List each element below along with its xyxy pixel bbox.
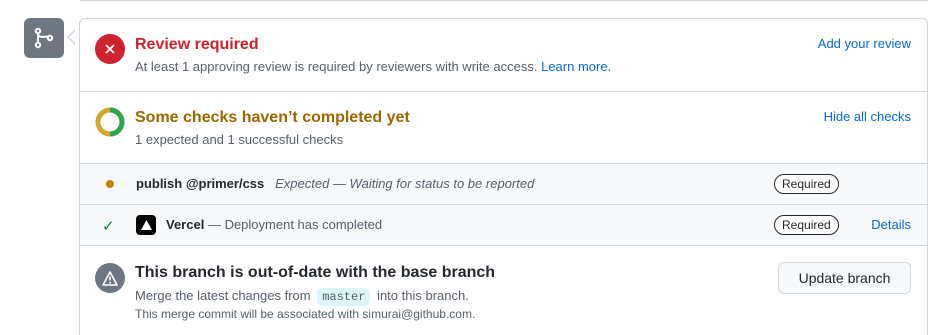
- timeline-divider: [80, 0, 928, 1]
- branch-merge-text: Merge the latest changes from master int…: [135, 288, 469, 306]
- check-status: Expected — Waiting for status to be repo…: [275, 176, 535, 191]
- required-badge: Required: [774, 215, 839, 235]
- progress-ring-icon: [95, 107, 125, 137]
- git-branch-icon: [24, 18, 64, 58]
- branch-section: This branch is out-of-date with the base…: [80, 245, 927, 335]
- merge-text-after: into this branch.: [377, 288, 469, 303]
- commit-association-text: This merge commit will be associated wit…: [135, 307, 476, 321]
- alert-triangle-icon: [95, 263, 125, 293]
- update-branch-button[interactable]: Update branch: [778, 262, 911, 294]
- x-circle-icon: [95, 34, 125, 64]
- hide-checks-link[interactable]: Hide all checks: [824, 109, 911, 124]
- branch-title: This branch is out-of-date with the base…: [135, 264, 496, 281]
- required-badge: Required: [774, 174, 839, 194]
- check-row-text: Vercel — Deployment has completed: [166, 217, 382, 232]
- merge-status-panel: Review required At least 1 approving rev…: [79, 18, 928, 335]
- check-icon: ✓: [102, 218, 115, 235]
- checks-subtitle: 1 expected and 1 successful checks: [135, 132, 344, 147]
- check-row: ✓ Vercel — Deployment has completed Requ…: [80, 204, 927, 245]
- check-name: publish @primer/css: [136, 176, 265, 191]
- dot-icon: [106, 180, 114, 188]
- check-row-text: publish @primer/css Expected — Waiting f…: [136, 176, 534, 191]
- review-title: Review required: [135, 36, 259, 53]
- check-status: — Deployment has completed: [207, 217, 383, 232]
- check-name: Vercel: [166, 217, 205, 232]
- vercel-logo-icon: [136, 215, 156, 235]
- review-subtitle-text: At least 1 approving review is required …: [135, 59, 538, 74]
- base-branch-name[interactable]: master: [317, 288, 371, 306]
- panel-pointer-inner: [69, 30, 76, 44]
- merge-text-before: Merge the latest changes from: [135, 288, 311, 303]
- check-row: publish @primer/css Expected — Waiting f…: [80, 163, 927, 204]
- checks-title: Some checks haven’t completed yet: [135, 109, 410, 126]
- review-section: Review required At least 1 approving rev…: [80, 19, 927, 91]
- learn-more-link[interactable]: Learn more.: [541, 59, 611, 74]
- review-subtitle: At least 1 approving review is required …: [135, 59, 611, 74]
- add-review-link[interactable]: Add your review: [818, 36, 911, 51]
- details-link[interactable]: Details: [871, 217, 911, 232]
- checks-section: Some checks haven’t completed yet 1 expe…: [80, 91, 927, 163]
